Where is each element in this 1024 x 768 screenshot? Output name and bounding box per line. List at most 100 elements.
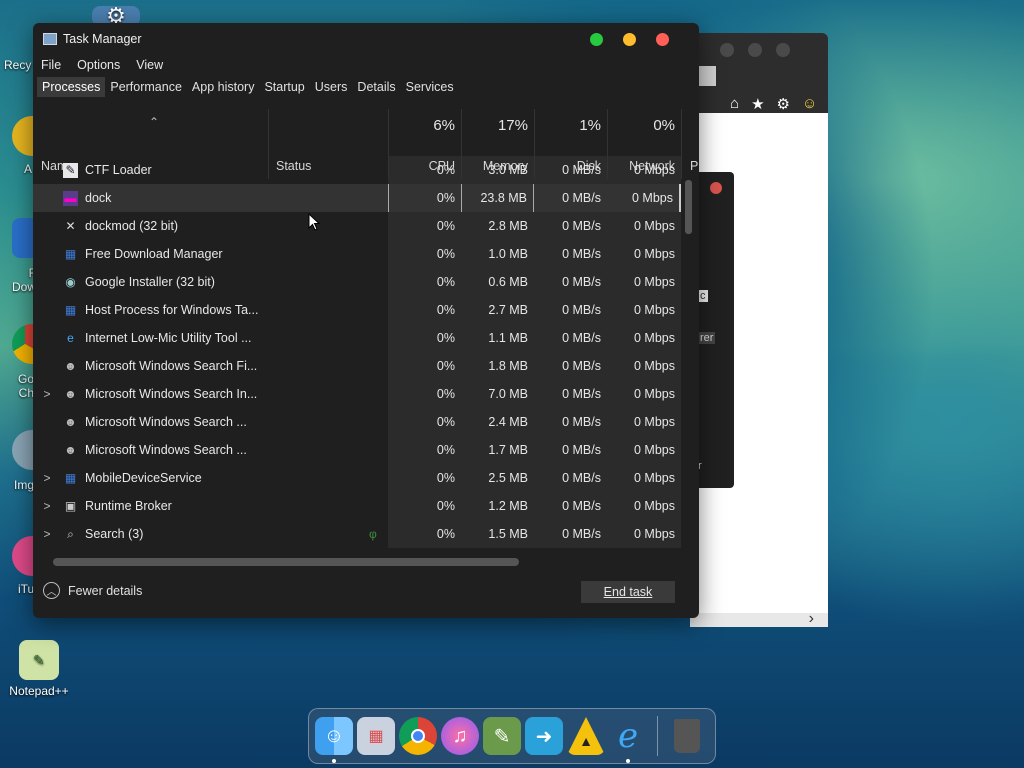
memory-value: 0.6 MB <box>488 275 528 289</box>
bg-window-titlebar[interactable] <box>690 33 828 67</box>
table-row[interactable]: > ▦ MobileDeviceService 0% 2.5 MB 0 MB/s 0 Mbp… <box>33 464 681 492</box>
table-row[interactable]: ☻ Microsoft Windows Search ... 0% 2.4 MB 0 M… <box>33 408 681 436</box>
disk-value: 0 MB/s <box>562 527 601 541</box>
home-icon[interactable]: ⌂ <box>730 95 739 113</box>
maximize-button[interactable] <box>590 33 603 46</box>
cpu-value: 0% <box>436 527 455 541</box>
dock-artemis[interactable]: ▲ <box>567 717 605 755</box>
tab-performance[interactable]: Performance <box>105 77 187 97</box>
cpu-value: 0% <box>436 387 455 401</box>
expand-chevron-icon[interactable]: > <box>41 387 53 401</box>
bg-window-minimize-button[interactable] <box>748 43 762 57</box>
vertical-scroll-thumb[interactable] <box>685 180 692 234</box>
dock-migration[interactable]: ➜ <box>525 717 563 755</box>
tab-startup[interactable]: Startup <box>259 77 309 97</box>
desktop-label: Img <box>14 478 35 492</box>
finder-icon: ☺ <box>323 724 345 747</box>
tab-users[interactable]: Users <box>310 77 353 97</box>
disk-value: 0 MB/s <box>562 443 601 457</box>
horizontal-scrollbar[interactable] <box>53 558 693 566</box>
dock-finder[interactable]: ☺ <box>315 717 353 763</box>
menu-view[interactable]: View <box>136 58 163 72</box>
runtime-broker-icon: ▣ <box>64 499 77 513</box>
dock-trash[interactable] <box>668 717 706 755</box>
tab-services[interactable]: Services <box>401 77 459 97</box>
smiley-icon[interactable]: ☺ <box>802 95 817 113</box>
network-value: 0 Mbps <box>634 499 675 513</box>
table-row[interactable]: > ⌕ Search (3) φ 0% 1.5 MB 0 MB/s 0 Mbps <box>33 520 681 548</box>
process-name: Microsoft Windows Search ... <box>85 443 247 457</box>
dialog-text-fragment: rer <box>698 332 716 344</box>
desktop-label: Notepad++ <box>9 684 69 698</box>
bg-window-address-fragment[interactable] <box>698 66 716 86</box>
process-name: Microsoft Windows Search ... <box>85 415 247 429</box>
star-icon[interactable]: ★ <box>751 95 764 113</box>
process-name: dockmod (32 bit) <box>85 219 179 233</box>
table-row[interactable]: ☻ Microsoft Windows Search Fi... 0% 1.8 MB 0… <box>33 352 681 380</box>
search-icon: ⌕ <box>67 526 74 541</box>
table-row[interactable]: ▬ dock 0% 23.8 MB 0 MB/s 0 Mbps <box>33 184 681 212</box>
bg-window-horizontal-scrollbar[interactable]: › <box>690 610 828 628</box>
search-user-icon: ☻ <box>64 415 77 429</box>
disk-value: 0 MB/s <box>562 471 601 485</box>
minimize-button[interactable] <box>623 33 636 46</box>
memory-total-percent: 17% <box>497 117 528 134</box>
table-row[interactable]: ✎ CTF Loader 0% 3.0 MB 0 MB/s 0 Mbps <box>33 156 681 184</box>
dock-image-viewer[interactable]: ✎ <box>483 717 521 755</box>
scroll-right-icon[interactable]: › <box>809 610 814 628</box>
table-row[interactable]: ☻ Microsoft Windows Search ... 0% 1.7 MB 0 M… <box>33 436 681 464</box>
desktop-icon-notepad-plus-plus[interactable]: ✎ Notepad++ <box>4 640 74 698</box>
tab-processes[interactable]: Processes <box>37 77 106 97</box>
cpu-value: 0% <box>436 471 455 485</box>
internet-explorer-icon: e <box>617 716 639 756</box>
dock-itunes[interactable]: ♫ <box>441 717 479 755</box>
network-value: 0 Mbps <box>634 275 675 289</box>
fewer-details-button[interactable]: ︿ Fewer details <box>43 582 142 599</box>
cpu-total-percent: 6% <box>433 117 455 134</box>
table-row[interactable]: ▦ Free Download Manager 0% 1.0 MB 0 MB/s 0 Mb… <box>33 240 681 268</box>
expand-chevron-icon[interactable]: > <box>41 471 53 485</box>
cpu-value: 0% <box>436 443 455 457</box>
cpu-value: 0% <box>436 415 455 429</box>
table-row[interactable]: ◉ Google Installer (32 bit) 0% 0.6 MB 0 MB/s… <box>33 268 681 296</box>
image-viewer-icon: ✎ <box>493 725 511 748</box>
bg-window-maximize-button[interactable] <box>776 43 790 57</box>
dock-chrome[interactable] <box>399 717 437 755</box>
notepad-plus-plus-icon: ✎ <box>19 640 59 680</box>
gear-icon[interactable]: ⚙ <box>777 95 790 113</box>
table-row[interactable]: > ☻ Microsoft Windows Search In... 0% 7.0 MB… <box>33 380 681 408</box>
dock-launchpad[interactable]: ▦ <box>357 717 395 755</box>
vertical-scrollbar[interactable] <box>683 156 693 548</box>
footer: ︿ Fewer details End task <box>33 568 699 618</box>
music-note-icon: ♫ <box>452 724 468 747</box>
table-row[interactable]: > ▣ Runtime Broker 0% 1.2 MB 0 MB/s 0 Mbps <box>33 492 681 520</box>
horizontal-scroll-thumb[interactable] <box>53 558 519 566</box>
window-grid-icon: ▦ <box>64 303 77 317</box>
menu-options[interactable]: Options <box>77 58 120 72</box>
menu-bar: File Options View <box>33 55 699 75</box>
tab-app-history[interactable]: App history <box>187 77 260 97</box>
desktop-label: Recy <box>4 58 32 72</box>
menu-file[interactable]: File <box>41 58 61 72</box>
bg-window-close-button[interactable] <box>720 43 734 57</box>
task-manager-window[interactable]: Task Manager File Options View Processes… <box>33 23 699 618</box>
search-user-icon: ☻ <box>64 443 77 457</box>
desktop-label: iTu <box>18 582 35 596</box>
table-row[interactable]: e Internet Low-Mic Utility Tool ... 0% 1.1 … <box>33 324 681 352</box>
memory-value: 1.5 MB <box>488 527 528 541</box>
dock-internet-explorer[interactable]: e <box>609 716 647 763</box>
network-value: 0 Mbps <box>634 443 675 457</box>
expand-chevron-icon[interactable]: > <box>41 499 53 513</box>
memory-value: 1.2 MB <box>488 499 528 513</box>
network-value: 0 Mbps <box>634 247 675 261</box>
table-row[interactable]: ▦ Host Process for Windows Ta... 0% 2.7 MB 0… <box>33 296 681 324</box>
process-name: Runtime Broker <box>85 499 172 513</box>
table-row[interactable]: ✕ dockmod (32 bit) 0% 2.8 MB 0 MB/s 0 Mbps <box>33 212 681 240</box>
network-value: 0 Mbps <box>607 184 681 212</box>
dialog-close-button[interactable] <box>710 182 722 194</box>
close-button[interactable] <box>656 33 669 46</box>
tab-details[interactable]: Details <box>352 77 400 97</box>
end-task-button[interactable]: End task <box>581 581 675 603</box>
network-value: 0 Mbps <box>634 303 675 317</box>
expand-chevron-icon[interactable]: > <box>41 527 53 541</box>
